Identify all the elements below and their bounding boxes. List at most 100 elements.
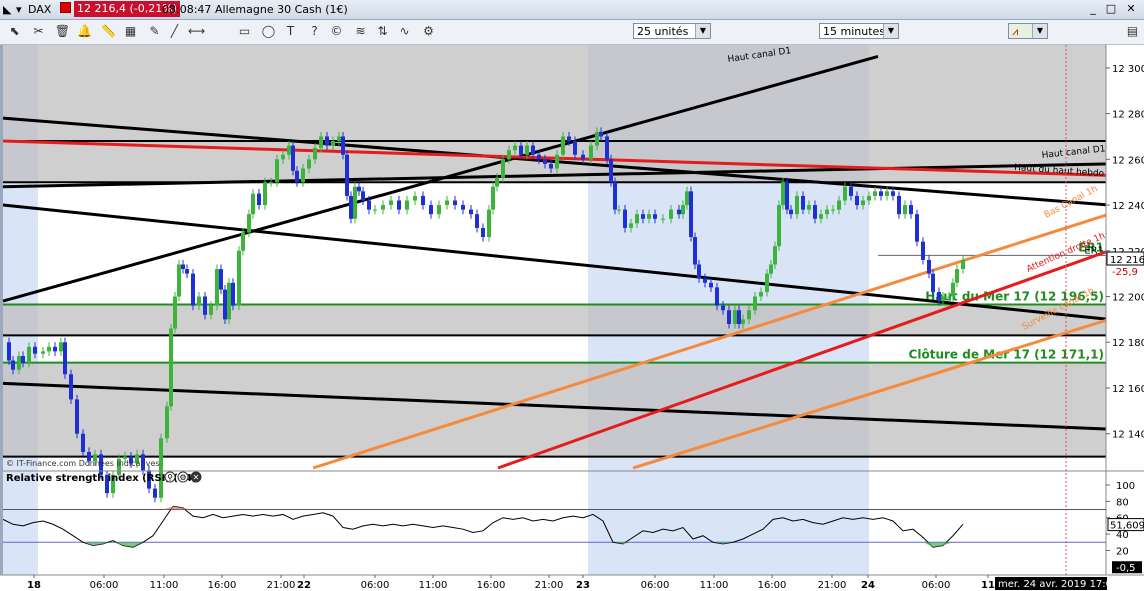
candle <box>153 488 157 498</box>
candle <box>349 195 353 219</box>
candle <box>703 278 707 283</box>
candle <box>581 154 585 160</box>
candle <box>41 351 45 354</box>
price-tick-label: 12 300 <box>1112 64 1144 75</box>
candle <box>461 205 465 210</box>
candle <box>63 342 67 375</box>
time-tick-label: 22 <box>297 580 311 591</box>
candle <box>453 200 457 206</box>
candle <box>287 145 291 155</box>
candle <box>653 214 657 219</box>
candle <box>867 195 871 201</box>
wrench-icon: ⚲ <box>164 471 176 483</box>
price-tick-label: 12 180 <box>1112 338 1144 349</box>
candle <box>437 205 441 215</box>
candle <box>721 305 725 311</box>
candle <box>231 282 235 306</box>
candle <box>613 182 617 210</box>
candle <box>209 305 213 315</box>
candle <box>275 159 279 183</box>
candle <box>53 346 57 352</box>
candle <box>251 193 255 215</box>
candle <box>325 136 329 146</box>
candle <box>567 136 571 142</box>
last-change-label: -25,9 <box>1112 267 1138 278</box>
candle <box>733 310 737 324</box>
candle <box>177 264 181 297</box>
price-tick-label: 12 240 <box>1112 201 1144 212</box>
svg-text:⚙: ⚙ <box>179 473 186 482</box>
time-tick-label: 21:00 <box>818 580 847 591</box>
candle <box>373 209 377 211</box>
rsi-last-value-label: 51,609 <box>1110 521 1144 532</box>
time-tick-label: 21:00 <box>267 580 296 591</box>
candle <box>617 209 621 211</box>
candle <box>169 328 173 407</box>
candle <box>491 186 495 210</box>
candle <box>915 214 919 242</box>
candle <box>237 250 241 306</box>
candle <box>331 141 335 146</box>
candle <box>641 214 645 219</box>
candle <box>741 319 745 324</box>
candle <box>561 136 565 155</box>
candle <box>519 145 523 155</box>
candle <box>203 296 207 315</box>
settings-icon: ⚙ <box>177 471 189 483</box>
candle <box>789 209 793 215</box>
candle <box>345 154 349 196</box>
rsi-cursor-value-label: -0,5 <box>1116 563 1136 574</box>
price-tick-label: 12 260 <box>1112 155 1144 166</box>
candle <box>873 191 877 196</box>
candle <box>785 182 789 210</box>
candle <box>197 296 201 306</box>
candle <box>955 269 959 283</box>
time-tick-label: 11:00 <box>150 580 179 591</box>
time-tick-label: 11:00 <box>700 580 729 591</box>
candle <box>769 264 773 274</box>
candle <box>223 289 227 320</box>
candle <box>609 159 613 183</box>
price-level-label: Clôture de Mer 17 (12 171,1) <box>909 348 1104 362</box>
rsi-tick-label: 100 <box>1116 481 1135 492</box>
time-tick-label: 06:00 <box>922 580 951 591</box>
candle <box>11 360 15 370</box>
candle <box>961 259 965 270</box>
candle <box>269 182 273 184</box>
candle <box>773 246 777 265</box>
candle <box>33 346 37 354</box>
candle <box>849 186 853 196</box>
time-tick-label: 23 <box>576 580 590 591</box>
candle <box>531 145 535 155</box>
candle <box>75 399 79 434</box>
candle <box>313 147 317 160</box>
gray-zone <box>3 45 1106 142</box>
time-tick-label: 16:00 <box>477 580 506 591</box>
candle <box>389 200 393 206</box>
price-tick-label: 12 140 <box>1112 430 1144 441</box>
chart-canvas[interactable]: Haut du Mer 17 (12 196,5)Clôture de Mer … <box>0 0 1144 591</box>
candle <box>165 406 169 439</box>
price-tick-label: 12 280 <box>1112 110 1144 121</box>
candle <box>257 193 261 206</box>
candle <box>543 159 547 164</box>
time-tick-label: 18 <box>27 580 41 591</box>
candle <box>781 182 785 206</box>
candle <box>445 200 449 206</box>
candle <box>855 195 859 206</box>
candle <box>47 346 51 352</box>
candle <box>21 355 25 363</box>
close-icon: ✕ <box>190 471 202 483</box>
candle <box>487 209 491 238</box>
candle <box>367 200 371 210</box>
candle <box>353 186 357 219</box>
candle <box>537 154 541 160</box>
candle <box>903 205 907 215</box>
candle <box>831 209 835 211</box>
candle <box>689 191 693 238</box>
time-tick-label: 11 <box>981 580 995 591</box>
candle <box>481 227 485 238</box>
candle <box>413 195 417 201</box>
candle <box>813 205 817 219</box>
candle <box>381 205 385 210</box>
